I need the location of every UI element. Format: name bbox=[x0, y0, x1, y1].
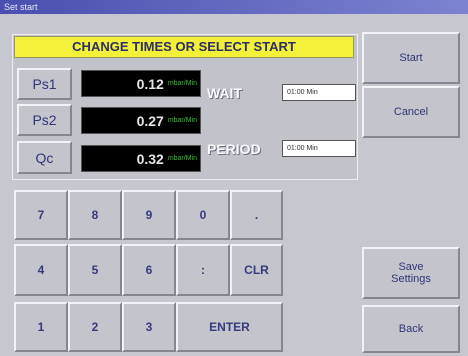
clear-button[interactable]: CLR bbox=[230, 244, 283, 296]
wait-label: WAIT bbox=[207, 85, 242, 101]
key-4[interactable]: 4 bbox=[14, 244, 68, 296]
readout-value: 0.12 bbox=[136, 75, 164, 92]
key-0[interactable]: 0 bbox=[176, 190, 230, 240]
period-time-field[interactable]: 01:00 Min bbox=[282, 140, 356, 157]
key-5[interactable]: 5 bbox=[68, 244, 122, 296]
instruction-banner: CHANGE TIMES OR SELECT START bbox=[14, 36, 354, 58]
readout-unit: mbar/Min bbox=[167, 117, 197, 124]
key-9[interactable]: 9 bbox=[122, 190, 176, 240]
ps2-readout: 0.27 mbar/Min bbox=[81, 107, 201, 134]
key-colon[interactable]: : bbox=[176, 244, 230, 296]
period-label: PERIOD bbox=[207, 141, 261, 157]
save-settings-line1: Save bbox=[398, 261, 424, 273]
window-title: Set start bbox=[4, 2, 38, 12]
back-button[interactable]: Back bbox=[362, 305, 460, 353]
readout-value: 0.27 bbox=[136, 112, 164, 129]
channel-label: Qc bbox=[35, 149, 54, 166]
key-7[interactable]: 7 bbox=[14, 190, 68, 240]
readout-unit: mbar/Min bbox=[167, 155, 197, 162]
key-3[interactable]: 3 bbox=[122, 302, 176, 352]
channel-ps1-button[interactable]: Ps1 bbox=[17, 68, 72, 100]
start-button[interactable]: Start bbox=[362, 32, 460, 84]
readout-unit: mbar/Min bbox=[167, 80, 197, 87]
key-6[interactable]: 6 bbox=[122, 244, 176, 296]
save-settings-line2: Settings bbox=[391, 273, 431, 285]
cancel-button[interactable]: Cancel bbox=[362, 86, 460, 138]
key-8[interactable]: 8 bbox=[68, 190, 122, 240]
key-1[interactable]: 1 bbox=[14, 302, 68, 352]
channel-ps2-button[interactable]: Ps2 bbox=[17, 104, 72, 136]
readout-value: 0.32 bbox=[136, 150, 164, 167]
ps1-readout: 0.12 mbar/Min bbox=[81, 70, 201, 97]
qc-readout: 0.32 mbar/Min bbox=[81, 145, 201, 172]
window-titlebar: Set start bbox=[0, 0, 468, 14]
key-2[interactable]: 2 bbox=[68, 302, 122, 352]
wait-time-field[interactable]: 01:00 Min bbox=[282, 84, 356, 101]
enter-button[interactable]: ENTER bbox=[176, 302, 283, 352]
save-settings-button[interactable]: Save Settings bbox=[362, 247, 460, 299]
key-dot[interactable]: . bbox=[230, 190, 283, 240]
channel-qc-button[interactable]: Qc bbox=[17, 141, 72, 174]
channel-label: Ps2 bbox=[32, 112, 57, 128]
channel-label: Ps1 bbox=[32, 76, 57, 92]
